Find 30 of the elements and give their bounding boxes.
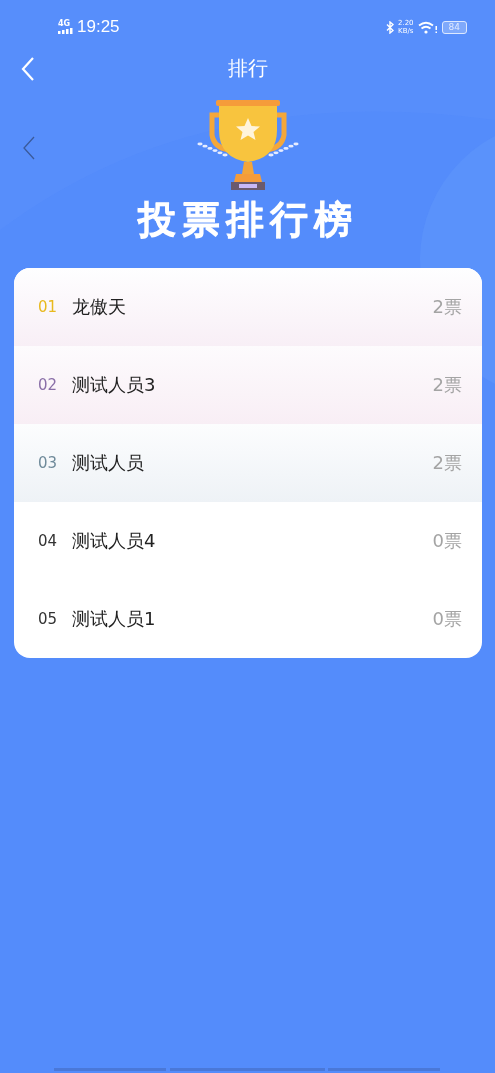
- page-title: 排行: [227, 54, 268, 82]
- status-time: 19:25: [77, 17, 120, 37]
- rank-number: 05: [38, 610, 59, 628]
- candidate-name: 测试人员1: [72, 607, 157, 631]
- candidate-name: 测试人员: [72, 451, 145, 475]
- ranking-row[interactable]: 02 测试人员3 2票: [14, 346, 482, 424]
- rank-number: 02: [38, 376, 59, 394]
- back-button[interactable]: [20, 56, 36, 82]
- vote-count: 2票: [432, 295, 462, 319]
- candidate-name: 测试人员4: [72, 529, 157, 553]
- rank-number: 03: [38, 454, 59, 472]
- ranking-row[interactable]: 03 测试人员 2票: [14, 424, 482, 502]
- candidate-name: 测试人员3: [72, 373, 157, 397]
- vote-count: 2票: [432, 451, 462, 475]
- vote-count: 0票: [432, 607, 462, 631]
- rank-number: 01: [38, 298, 59, 316]
- vote-count: 2票: [432, 373, 462, 397]
- ranking-row[interactable]: 04 测试人员4 0票: [14, 502, 482, 580]
- rank-number: 04: [38, 532, 59, 550]
- battery-icon: 84: [441, 20, 467, 34]
- chevron-left-icon[interactable]: [22, 136, 36, 160]
- leaderboard-title: 投票排行榜: [137, 196, 358, 243]
- ranking-row[interactable]: 05 测试人员1 0票: [14, 580, 482, 658]
- bluetooth-icon: [385, 20, 394, 34]
- ranking-row[interactable]: 01 龙傲天 2票: [14, 268, 482, 346]
- wifi-icon: [417, 20, 438, 34]
- candidate-name: 龙傲天: [72, 295, 127, 319]
- signal-icon: [58, 28, 73, 34]
- network-label: 4G: [58, 20, 71, 28]
- vote-count: 0票: [432, 529, 462, 553]
